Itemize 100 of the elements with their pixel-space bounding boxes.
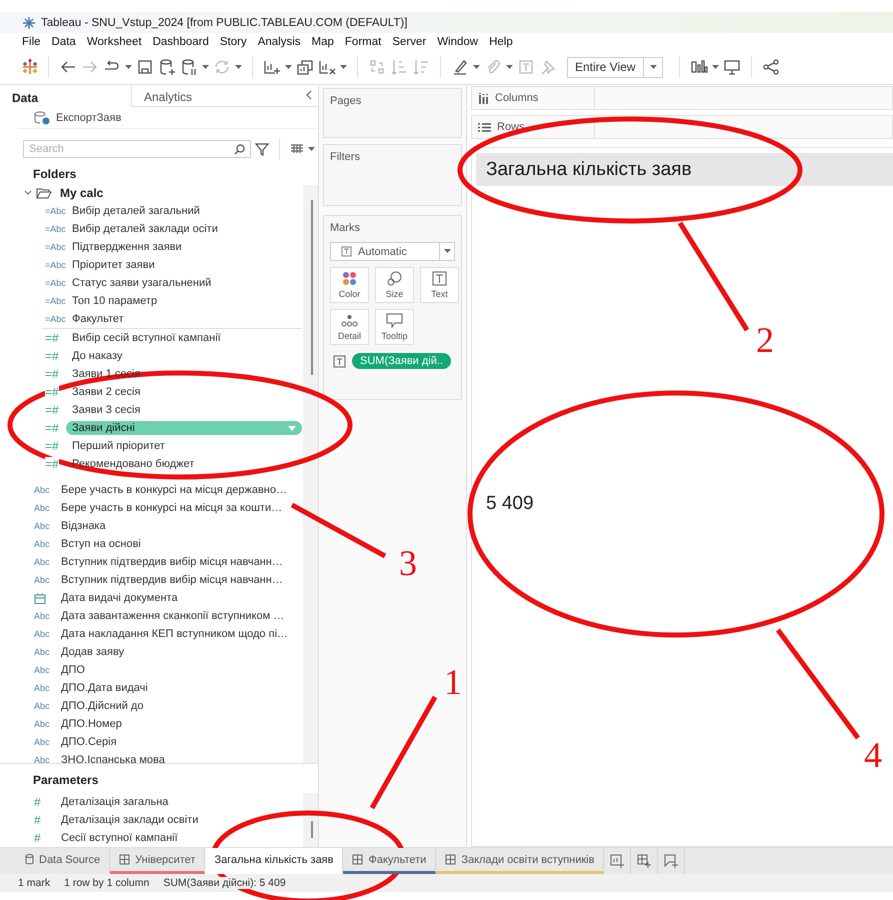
view-fit-dropdown[interactable]: Entire View: [567, 56, 664, 78]
field-item[interactable]: Дата видачі документа: [55, 591, 184, 606]
field-item[interactable]: Пріоритет заяви: [66, 258, 161, 272]
caret-icon[interactable]: [340, 64, 347, 70]
presentation-icon[interactable]: [723, 58, 742, 76]
menu-item[interactable]: Map: [312, 36, 334, 48]
pane-tab[interactable]: Analytics: [131, 85, 291, 107]
columns-icon: [478, 92, 489, 104]
caret-icon[interactable]: [235, 64, 242, 70]
clear-sheet-icon[interactable]: [318, 58, 336, 76]
highlighter-icon[interactable]: [451, 58, 469, 76]
menu-item[interactable]: Server: [392, 36, 426, 48]
field-item[interactable]: Вибір деталей загальний: [66, 204, 206, 218]
scrollbar[interactable]: [311, 821, 313, 838]
menu-item[interactable]: Help: [489, 36, 513, 48]
new-story-icon[interactable]: [663, 853, 680, 869]
folder-name[interactable]: My calc: [60, 186, 104, 200]
field-item[interactable]: Заяви 2 сесія: [66, 385, 146, 400]
marks-card-button[interactable]: Size: [375, 267, 414, 303]
field-type-icon: Abc: [34, 503, 50, 514]
menu-item[interactable]: File: [22, 36, 41, 48]
search-field[interactable]: Search: [23, 140, 251, 158]
field-item[interactable]: Вибір деталей заклади осіти: [66, 222, 224, 236]
caret-icon[interactable]: [473, 64, 480, 70]
logo-icon[interactable]: [22, 59, 38, 75]
caret-icon[interactable]: [650, 64, 657, 70]
field-item[interactable]: Вступник підтвердив вибір місця навчанн…: [55, 555, 289, 570]
marks-card-button[interactable]: Detail: [330, 309, 369, 345]
field-item[interactable]: ДПО.Номер: [55, 717, 128, 732]
caret-icon[interactable]: [125, 64, 132, 70]
menu-item[interactable]: Story: [220, 36, 247, 48]
field-type-icon: Abc: [34, 665, 50, 676]
field-item[interactable]: Вступ на основі: [55, 537, 147, 552]
marks-card-button[interactable]: Tooltip: [375, 309, 414, 345]
field-item[interactable]: ДПО.Дійсний до: [55, 699, 150, 714]
caret-icon[interactable]: [712, 64, 720, 70]
menu-item[interactable]: Dashboard: [152, 36, 209, 48]
field-item[interactable]: Додав заяву: [55, 645, 130, 660]
field-item[interactable]: ДПО: [55, 663, 91, 678]
new-worksheet-icon[interactable]: [609, 853, 626, 869]
scrollbar[interactable]: [311, 200, 313, 376]
share-icon[interactable]: [762, 58, 780, 76]
field-item[interactable]: До наказу: [66, 349, 128, 364]
menu-item[interactable]: Worksheet: [86, 36, 142, 48]
caret-icon[interactable]: [285, 64, 292, 70]
calendar-icon: [34, 592, 46, 604]
field-item[interactable]: Бере участь в конкурсі на місця за кошти…: [55, 501, 288, 516]
marks-card-button[interactable]: Text: [420, 267, 459, 303]
menu-item[interactable]: Window: [437, 36, 478, 48]
sheet-tab[interactable]: Заклади освіти вступників: [436, 848, 604, 874]
menu-item[interactable]: Format: [344, 36, 382, 48]
save-icon[interactable]: [136, 58, 154, 76]
database-plus-icon[interactable]: [158, 58, 176, 76]
field-item[interactable]: Підтвердження заяви: [66, 240, 188, 254]
menu-item[interactable]: Data: [52, 36, 76, 48]
list-view-icon[interactable]: [290, 144, 304, 154]
field-item[interactable]: ЗНО.Іспанська мова: [55, 753, 171, 764]
new-worksheet-icon[interactable]: [263, 58, 281, 76]
field-item[interactable]: Дата накладання КЕП вступником щодо пі…: [55, 627, 294, 642]
field-item[interactable]: Відзнака: [55, 519, 112, 534]
field-item[interactable]: Деталізація заклади освіти: [55, 813, 204, 827]
field-item[interactable]: Перший пріоритет: [66, 439, 171, 454]
collapse-icon[interactable]: [306, 90, 312, 100]
color-dots-icon: [341, 271, 358, 286]
card-title: Marks: [329, 221, 361, 236]
field-item[interactable]: ДПО.Дата видачі: [55, 681, 154, 696]
database-icon: [25, 854, 34, 865]
sheet-tab[interactable]: Загальна кількість заяв: [205, 848, 344, 874]
caret-icon[interactable]: [506, 64, 513, 70]
sheet-tab[interactable]: Факультети: [343, 848, 436, 874]
field-item[interactable]: ДПО.Серія: [55, 735, 123, 750]
datasource-name[interactable]: ЕкспортЗаяв: [56, 112, 122, 124]
caret-icon[interactable]: [202, 64, 209, 70]
field-item[interactable]: Деталізація загальна: [55, 795, 174, 809]
duplicate-icon[interactable]: [296, 58, 314, 76]
sheet-tab[interactable]: Університет: [110, 848, 206, 874]
mark-type-dropdown[interactable]: Automatic: [330, 242, 455, 261]
grid-icon: [352, 854, 364, 865]
value-text: 5 409: [486, 492, 534, 514]
field-item[interactable]: Статус заяви узагальнений: [66, 276, 218, 290]
caret-icon[interactable]: [308, 146, 315, 152]
field-item[interactable]: Заяви дійсні: [66, 421, 302, 436]
shelf-label: Columns: [495, 92, 538, 104]
field-item[interactable]: Заяви 3 сесія: [66, 403, 146, 418]
field-item[interactable]: Дата завантаження сканкопії вступником …: [55, 609, 290, 624]
field-item[interactable]: Бере участь в конкурсі на місця державно…: [55, 483, 293, 498]
chevron-icon[interactable]: [24, 190, 32, 196]
database-pause-icon[interactable]: [180, 58, 198, 76]
field-item[interactable]: Вибір сесій вступної кампанії: [66, 331, 227, 346]
field-item[interactable]: Топ 10 параметр: [66, 294, 164, 308]
new-dashboard-icon[interactable]: [636, 853, 652, 869]
filter-icon[interactable]: [255, 142, 269, 156]
menu-item[interactable]: Analysis: [258, 36, 301, 48]
caret-icon[interactable]: [444, 249, 450, 254]
field-item[interactable]: Факультет: [66, 312, 130, 326]
field-item[interactable]: Рекомендовано бюджет: [66, 457, 200, 472]
field-item[interactable]: Вступник підтвердив вибір місця навчанн…: [55, 573, 289, 588]
field-item[interactable]: Сесії вступної кампанії: [55, 831, 184, 845]
marks-card-button[interactable]: Color: [330, 267, 369, 303]
sheet-title: Загальна кількість заяв: [476, 153, 893, 186]
